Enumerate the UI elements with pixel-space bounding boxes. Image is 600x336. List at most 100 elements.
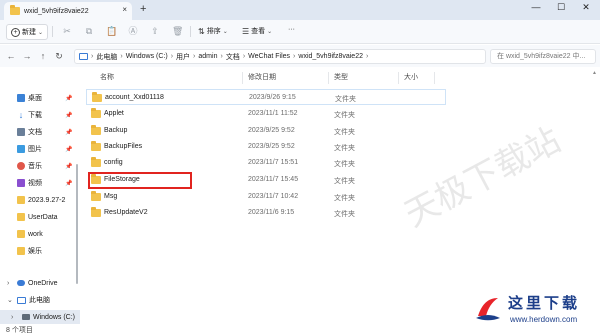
breadcrumb-separator: › [193,53,196,60]
share-icon[interactable]: ⇪ [150,26,160,36]
more-options-button[interactable]: ··· [288,26,295,33]
new-tab-button[interactable]: + [140,3,146,15]
file-name: BackupFiles [104,143,143,150]
rename-icon[interactable]: Ⓐ [128,26,138,36]
sort-icon: ⇅ [198,26,205,36]
cut-icon[interactable]: ✂ [62,26,72,36]
column-divider[interactable] [434,72,435,84]
pin-icon: 📌 [65,146,73,153]
pin-icon: 📌 [65,95,73,102]
file-type: 文件夹 [334,112,355,119]
column-header-type[interactable]: 类型 [334,72,348,84]
sidebar-item-label: 桌面 [28,95,42,102]
view-icon: ☰ [242,26,250,36]
breadcrumb-separator: › [220,53,223,60]
file-name: Msg [104,193,118,200]
up-arrow-icon[interactable]: ↑ [38,50,48,62]
chevron-down-icon: ⌄ [222,28,228,35]
table-row[interactable]: account_Xxd01118 2023/9/26 9:15 文件夹 [86,89,446,105]
sidebar-item-windows-c[interactable]: › Windows (C:) [0,310,80,324]
maximize-button[interactable]: ☐ [551,2,571,13]
column-header-size[interactable]: 大小 [404,72,418,84]
breadcrumb-users[interactable]: 用户 [176,52,190,62]
view-label: 查看 [251,28,266,35]
drive-icon [22,314,30,320]
watermark-site: www.herdown.com [510,315,578,324]
sidebar-item-downloads[interactable]: ↓ 下载 📌 [0,108,80,122]
file-type: 文件夹 [334,129,355,136]
breadcrumb-pc[interactable]: 此电脑 [96,52,117,62]
plus-icon: + [11,27,20,37]
sort-button[interactable]: ⇅ 排序 ⌄ [198,26,228,36]
scroll-up-arrow-icon[interactable]: ▲ [592,70,597,76]
file-list: 名称 修改日期 类型 大小 account_Xxd01118 2023/9/26… [82,67,600,324]
forward-arrow-icon[interactable]: → [22,50,32,62]
column-divider[interactable] [242,72,243,84]
sidebar-item-music[interactable]: 音乐 📌 [0,159,80,173]
breadcrumb-wechat-files[interactable]: WeChat Files [248,53,290,60]
folder-icon [91,191,101,201]
refresh-icon[interactable]: ↻ [54,50,64,62]
file-name: ResUpdateV2 [104,209,148,216]
table-row[interactable]: BackupFiles 2023/9/25 9:52 文件夹 [86,139,446,155]
breadcrumb-drive[interactable]: Windows (C:) [126,53,168,60]
sort-label: 排序 [206,28,221,35]
new-button[interactable]: + 新建 ⌄ [6,24,49,40]
sidebar-scrollbar[interactable] [76,164,78,284]
sidebar-item-pictures[interactable]: 图片 📌 [0,142,80,156]
breadcrumb-documents[interactable]: 文档 [226,52,240,62]
toolbar-divider [52,26,53,37]
filestorage-highlight-box [88,172,192,189]
sidebar-item-videos[interactable]: 视频 📌 [0,176,80,190]
sidebar-item-entertainment[interactable]: 娱乐 [0,244,80,258]
back-arrow-icon[interactable]: ← [6,50,16,62]
chevron-down-icon: ⌄ [38,29,44,36]
breadcrumb-separator: › [120,53,123,60]
sidebar-item-desktop[interactable]: 桌面 📌 [0,91,80,105]
search-input[interactable]: 在 wxid_5vh9ifz8vaie22 中... [490,49,596,64]
view-button[interactable]: ☰ 查看 ⌄ [242,26,272,36]
sidebar-item-onedrive[interactable]: › OneDrive [0,276,80,290]
chevron-down-icon[interactable]: ⌄ [7,296,13,304]
tab-close-button[interactable]: × [122,5,127,14]
chevron-right-icon[interactable]: › [7,280,9,287]
breadcrumb-separator: › [366,53,369,60]
minimize-button[interactable]: — [526,2,546,12]
table-row[interactable]: Msg 2023/11/7 10:42 文件夹 [86,189,446,205]
delete-icon[interactable]: 🗑 [172,26,183,36]
sidebar-item-this-pc[interactable]: ⌄ 此电脑 [0,293,80,307]
sidebar-item-userdata[interactable]: UserData [0,210,80,224]
table-row[interactable]: ResUpdateV2 2023/11/6 9:15 文件夹 [86,205,446,221]
folder-icon [91,157,101,167]
document-icon [17,128,25,136]
copy-icon[interactable]: ⧉ [84,26,94,36]
sidebar-item-label: 娱乐 [28,248,42,255]
close-window-button[interactable]: ✕ [576,2,596,13]
column-divider[interactable] [398,72,399,84]
file-name: account_Xxd01118 [105,94,164,101]
chevron-right-icon[interactable]: › [11,314,13,321]
address-bar[interactable]: › 此电脑 › Windows (C:) › 用户 › admin › 文档 ›… [74,49,486,64]
paste-icon[interactable]: 📋 [106,26,117,36]
file-date: 2023/11/7 15:51 [248,159,299,166]
address-row: ← → ↑ ↻ › 此电脑 › Windows (C:) › 用户 › admi… [0,45,600,67]
sidebar-item-label: 下载 [28,112,42,119]
table-row[interactable]: config 2023/11/7 15:51 文件夹 [86,155,446,171]
folder-tab[interactable]: wxid_5vh9ifz8vaie22 × [4,2,132,20]
folder-icon [91,141,101,151]
folder-icon [92,92,102,102]
sidebar-item-label: 图片 [28,146,42,153]
table-row[interactable]: Applet 2023/11/1 11:52 文件夹 [86,106,446,122]
sidebar-item-documents[interactable]: 文档 📌 [0,125,80,139]
table-row[interactable]: Backup 2023/9/25 9:52 文件夹 [86,123,446,139]
column-header-date[interactable]: 修改日期 [248,72,276,84]
sidebar-item-folder-2023[interactable]: 2023.9.27-2 [0,193,80,207]
sidebar-item-work[interactable]: work [0,227,80,241]
column-header-name[interactable]: 名称 [100,72,114,84]
folder-icon [17,213,25,221]
folder-icon [17,230,25,238]
column-divider[interactable] [328,72,329,84]
breadcrumb-wxid[interactable]: wxid_5vh9ifz8vaie22 [298,53,363,60]
navigation-pane: 桌面 📌 ↓ 下载 📌 文档 📌 图片 📌 音乐 📌 视频 📌 2023.9.2… [0,67,80,324]
breadcrumb-admin[interactable]: admin [198,53,217,60]
